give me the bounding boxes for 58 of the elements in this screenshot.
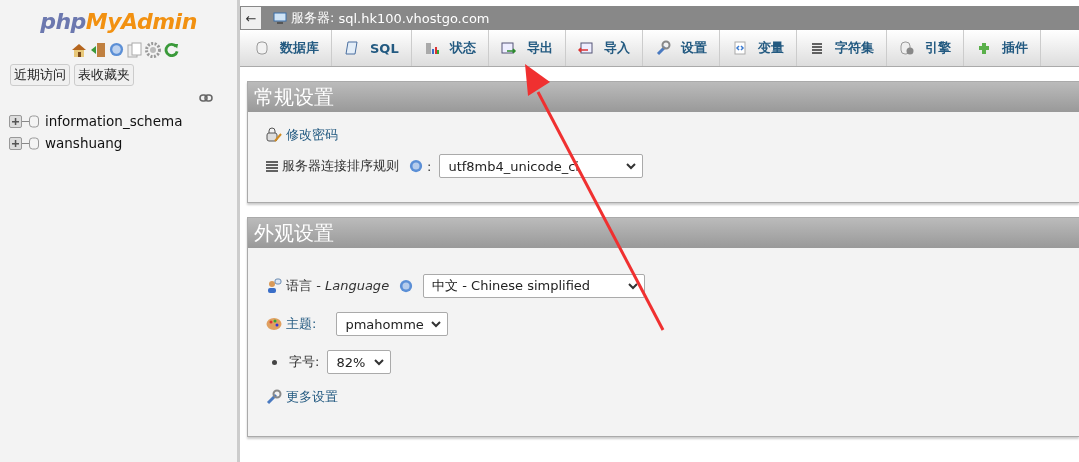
tab-icon: [344, 40, 360, 56]
server-link[interactable]: sql.hk100.vhostgo.com: [338, 10, 490, 26]
lock-pencil-icon: [266, 127, 282, 143]
more-settings-link[interactable]: 更多设置: [286, 388, 338, 406]
tab[interactable]: SQL: [332, 30, 412, 66]
panel-title: 常规设置: [248, 82, 1079, 112]
bullet-icon: [272, 359, 277, 365]
tab[interactable]: 引擎: [886, 30, 964, 66]
reload-icon[interactable]: [163, 42, 179, 57]
home-icon[interactable]: [70, 42, 87, 58]
tab-icon: [654, 40, 671, 56]
tab-icon: [731, 40, 748, 56]
link-icon[interactable]: [199, 94, 213, 102]
tab[interactable]: 状态: [411, 30, 489, 66]
sidebar-tab[interactable]: 表收藏夹: [74, 64, 134, 86]
panel-title: 外观设置: [248, 218, 1079, 248]
database-icon: [29, 136, 39, 150]
theme-select[interactable]: pmahomme: [336, 312, 449, 336]
tab[interactable]: 设置: [642, 30, 720, 66]
expand-icon[interactable]: [9, 136, 22, 150]
tab[interactable]: 导入: [565, 30, 643, 66]
tab-icon: [423, 40, 440, 56]
database-link[interactable]: wanshuang: [45, 135, 123, 151]
expand-icon[interactable]: [9, 114, 22, 128]
caret-icon: [628, 282, 639, 290]
font-size-select[interactable]: 82%: [327, 350, 392, 374]
change-password-link[interactable]: 修改密码: [286, 126, 338, 144]
colon: :: [427, 158, 432, 174]
tab-icon: [254, 40, 270, 56]
tab[interactable]: 字符集: [796, 30, 887, 66]
list-icon: [266, 160, 278, 172]
exit-door-icon[interactable]: [89, 42, 106, 58]
caret-icon: [626, 162, 637, 170]
tab-icon: [577, 40, 594, 56]
server-icon: [273, 11, 287, 25]
back-button[interactable]: ←: [241, 7, 261, 29]
database-link[interactable]: information_schema: [45, 113, 183, 129]
theme-label: 主题:: [286, 315, 317, 333]
document-icon[interactable]: [126, 42, 142, 58]
settings-icon[interactable]: [144, 42, 161, 58]
server-label: 服务器:: [291, 9, 335, 27]
person-speech-icon: [266, 278, 282, 294]
logo[interactable]: phpMyAdmin: [0, 9, 237, 34]
tab[interactable]: 导出: [488, 30, 566, 66]
tab-icon: [500, 40, 517, 56]
language-select[interactable]: 中文 - Chinese simplified: [423, 274, 646, 298]
tab-icon: [898, 40, 915, 56]
language-label: 语言 - Language: [286, 277, 390, 295]
caret-icon: [374, 358, 385, 366]
database-icon: [29, 114, 39, 128]
sidebar-tab[interactable]: 近期访问: [10, 64, 70, 86]
font-size-label: 字号:: [289, 353, 320, 371]
tab[interactable]: 数据库: [242, 30, 332, 66]
collation-label: 服务器连接排序规则: [282, 157, 399, 175]
palette-icon: [266, 317, 282, 331]
caret-icon: [431, 320, 442, 328]
tab[interactable]: 变量: [719, 30, 797, 66]
tab[interactable]: 插件: [963, 30, 1041, 66]
